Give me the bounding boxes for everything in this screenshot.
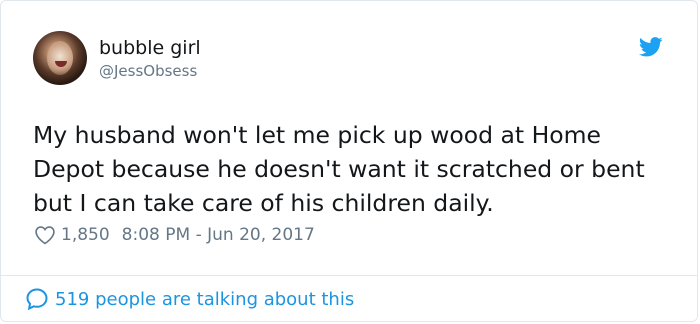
tweet-timestamp[interactable]: 8:08 PM - Jun 20, 2017	[122, 225, 315, 245]
tweet-header: bubble girl @JessObsess	[33, 31, 201, 85]
tweet-text: My husband won't let me pick up wood at …	[33, 121, 645, 217]
avatar[interactable]	[33, 31, 87, 85]
speech-bubble-icon	[26, 288, 48, 311]
user-names: bubble girl @JessObsess	[99, 36, 201, 81]
twitter-bird-icon[interactable]	[639, 37, 663, 57]
tweet-meta: 1,850 8:08 PM - Jun 20, 2017	[34, 225, 315, 245]
like-count[interactable]: 1,850	[61, 225, 110, 245]
display-name[interactable]: bubble girl	[99, 36, 201, 60]
user-handle[interactable]: @JessObsess	[99, 61, 201, 81]
talking-label: 519 people are talking about this	[55, 288, 355, 310]
tweet-card: bubble girl @JessObsess My husband won't…	[0, 0, 698, 322]
heart-icon[interactable]	[34, 225, 56, 245]
divider	[1, 275, 697, 276]
talking-link[interactable]: 519 people are talking about this	[25, 287, 354, 311]
